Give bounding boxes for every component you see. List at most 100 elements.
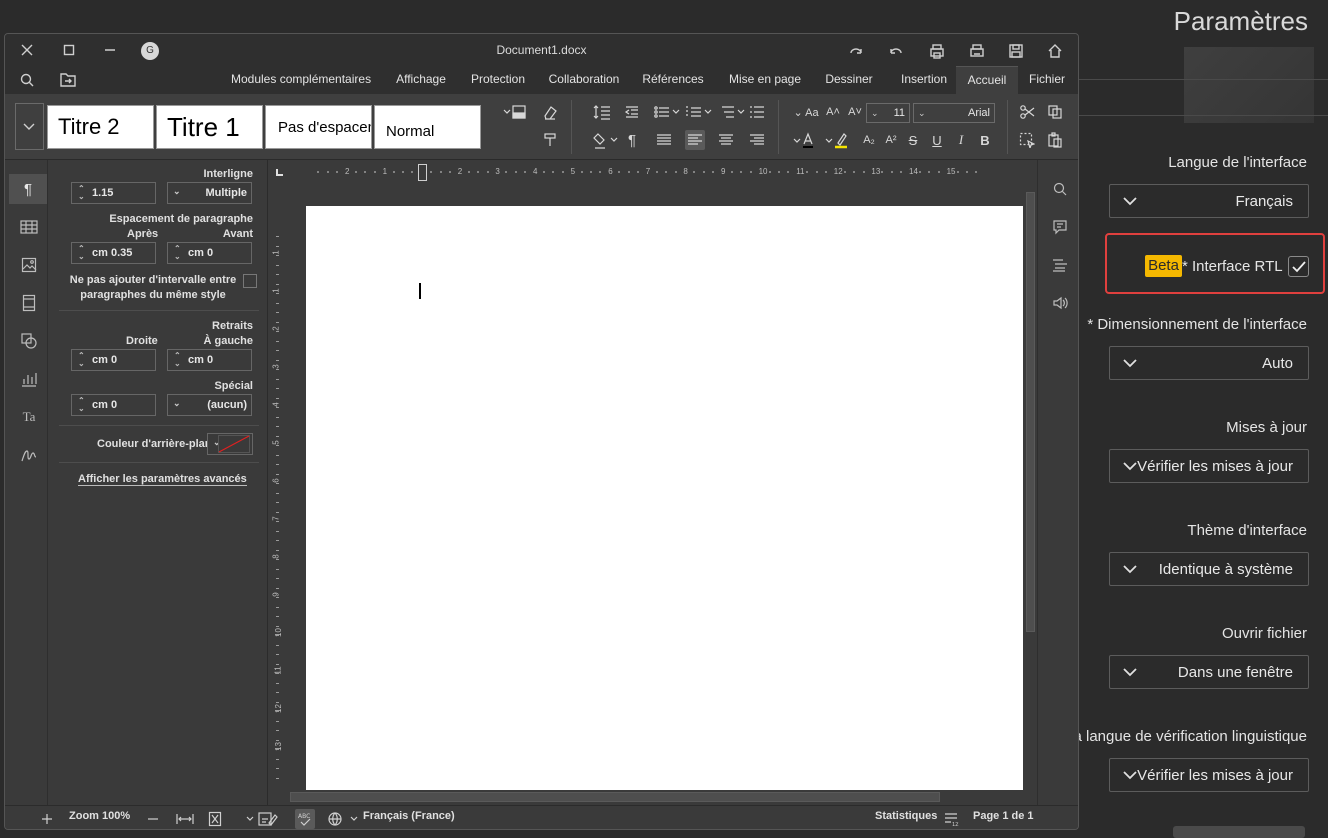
language-globe-icon[interactable] (325, 809, 365, 829)
zoom-out-icon[interactable] (143, 809, 163, 829)
tab-collaboration[interactable]: Collaboration (543, 66, 625, 94)
left-indent-input[interactable]: ⌃ ⌄ cm 0 (167, 349, 252, 371)
bold-icon[interactable]: B (975, 130, 995, 150)
tab-accueil[interactable]: Accueil (956, 66, 1018, 94)
tab-dessiner[interactable]: Dessiner (818, 66, 880, 94)
style-titre-2[interactable]: Titre 2 (47, 105, 154, 149)
spellcheck-icon[interactable]: ABC (295, 809, 315, 829)
decrease-indent-icon[interactable] (622, 102, 642, 122)
horizontal-ruler[interactable]: 21123456789101112131415 (288, 164, 1028, 181)
navigation-icon[interactable] (1042, 250, 1078, 280)
shading-icon[interactable] (502, 102, 530, 122)
grow-font-icon[interactable]: A˄ (823, 102, 843, 122)
statistics-label[interactable]: Statistiques (875, 810, 937, 822)
scaling-select[interactable]: Auto (1109, 346, 1309, 380)
right-indent-input[interactable]: ⌃ ⌄ cm 0 (71, 349, 156, 371)
tab-protection[interactable]: Protection (464, 66, 532, 94)
special-mode-select[interactable]: ⌄ (aucun) (167, 394, 252, 416)
format-painter-icon[interactable] (540, 130, 560, 150)
table-settings-icon[interactable] (11, 212, 47, 242)
underline-icon[interactable]: U (927, 130, 947, 150)
tab-fichier[interactable]: Fichier (1023, 66, 1071, 94)
speaker-icon[interactable] (1042, 288, 1078, 318)
spacing-before-input[interactable]: ⌃ ⌄ cm 0 (167, 242, 252, 264)
no-interval-checkbox[interactable] (243, 274, 257, 288)
scrollbar-thumb[interactable] (290, 792, 940, 802)
open-file-select[interactable]: Dans une fenêtre (1109, 655, 1309, 689)
shrink-font-icon[interactable]: A˅ (845, 102, 865, 122)
highlight-color-icon[interactable] (823, 130, 853, 150)
line-spacing-input[interactable]: ⌃ ⌄ 1.15 (71, 182, 156, 204)
styles-dropdown[interactable] (15, 103, 44, 150)
spellcheck-select[interactable]: Vérifier les mises à jour (1109, 758, 1309, 792)
shape-settings-icon[interactable] (11, 326, 47, 356)
horizontal-scrollbar[interactable] (268, 790, 1024, 804)
search-icon[interactable] (1042, 174, 1078, 204)
align-left-icon[interactable] (685, 130, 705, 150)
fill-color-icon[interactable] (592, 130, 622, 150)
fit-page-icon[interactable] (205, 809, 225, 829)
style-normal[interactable]: Normal (374, 105, 481, 149)
open-file-icon[interactable] (59, 72, 77, 88)
updates-select[interactable]: Vérifier les mises à jour (1109, 449, 1309, 483)
font-size-field[interactable]: ⌄ 11 (866, 103, 910, 123)
change-case-icon[interactable]: ⌄ Aa (791, 102, 821, 122)
quick-print-icon[interactable] (927, 41, 947, 61)
multilevel-list-icon[interactable] (717, 102, 747, 122)
tab-affichage[interactable]: Affichage (391, 66, 451, 94)
zoom-level[interactable]: Zoom 100% (69, 810, 130, 822)
search-icon[interactable] (19, 72, 35, 88)
font-color-icon[interactable] (791, 130, 821, 150)
italic-icon[interactable]: I (951, 130, 971, 150)
theme-select[interactable]: Identique à système (1109, 552, 1309, 586)
indent-marker-icon[interactable] (418, 164, 427, 181)
cut-icon[interactable] (1017, 102, 1037, 122)
fit-width-icon[interactable] (175, 809, 195, 829)
bg-color-picker[interactable]: ⌄ (207, 433, 253, 455)
bullets-icon[interactable] (652, 102, 682, 122)
select-all-icon[interactable] (1017, 130, 1037, 150)
comment-icon[interactable] (1042, 212, 1078, 242)
line-spacing-icon[interactable] (592, 102, 612, 122)
image-settings-icon[interactable] (11, 250, 47, 280)
chart-settings-icon[interactable] (11, 364, 47, 394)
align-center-icon[interactable] (716, 130, 736, 150)
print-icon[interactable] (967, 41, 987, 61)
special-indent-input[interactable]: ⌃ ⌄ cm 0 (71, 394, 156, 416)
justify-icon[interactable] (654, 130, 674, 150)
statistics-icon[interactable]: 123 (941, 809, 961, 829)
spacing-after-input[interactable]: ⌃ ⌄ cm 0.35 (71, 242, 156, 264)
style-titre-1[interactable]: Titre 1 (156, 105, 263, 149)
strikethrough-icon[interactable]: S (903, 130, 923, 150)
style-pas-espacement[interactable]: Pas d'espacement (265, 105, 372, 149)
clear-format-icon[interactable] (540, 102, 560, 122)
signature-icon[interactable] (11, 440, 47, 470)
document-language[interactable]: Français (France) (363, 810, 455, 822)
superscript-icon[interactable]: A² (881, 130, 901, 150)
text-art-icon[interactable]: Ta (11, 402, 47, 432)
paste-icon[interactable] (1045, 130, 1065, 150)
copy-icon[interactable] (1045, 102, 1065, 122)
tab-mise-en-page[interactable]: Mise en page (723, 66, 807, 94)
header-footer-icon[interactable] (11, 288, 47, 318)
line-spacing-mode-select[interactable]: ⌄ Multiple (167, 182, 252, 204)
tab-stop-icon[interactable] (275, 167, 285, 177)
vertical-ruler[interactable]: 1 1 2 3 4 5 6 7 8 9 10 11 12 13 (271, 206, 285, 786)
tab-references[interactable]: Références (637, 66, 709, 94)
language-select[interactable]: Français (1109, 184, 1309, 218)
home-icon[interactable] (1045, 41, 1065, 61)
zoom-in-icon[interactable] (37, 809, 57, 829)
paragraph-settings-icon[interactable]: ¶ (9, 174, 47, 204)
align-right-icon[interactable] (747, 130, 767, 150)
tab-insertion[interactable]: Insertion (890, 66, 958, 94)
scrollbar-thumb[interactable] (1026, 192, 1035, 632)
save-icon[interactable] (1006, 41, 1026, 61)
rtl-checkbox[interactable] (1288, 256, 1309, 277)
redo-icon[interactable] (847, 42, 865, 60)
numbering-icon[interactable] (684, 102, 714, 122)
document-page[interactable] (306, 206, 1023, 791)
track-changes-icon[interactable] (243, 809, 281, 829)
list-icon[interactable] (747, 102, 767, 122)
subscript-icon[interactable]: A₂ (859, 130, 879, 150)
paragraph-mark-icon[interactable]: ¶ (622, 130, 642, 150)
